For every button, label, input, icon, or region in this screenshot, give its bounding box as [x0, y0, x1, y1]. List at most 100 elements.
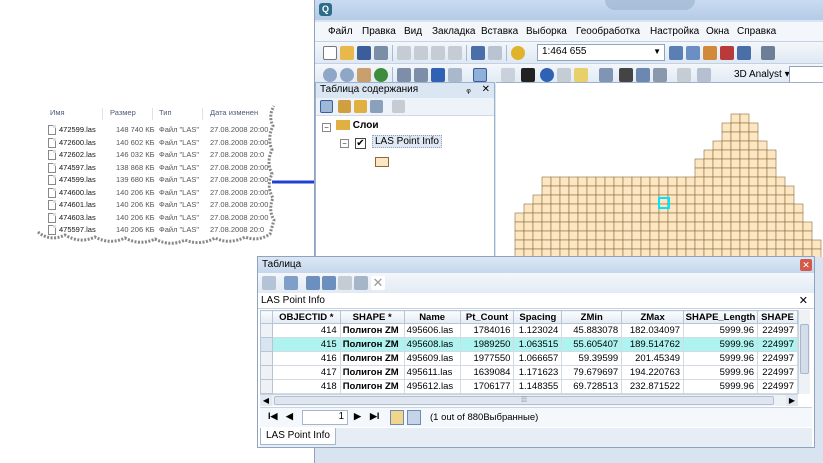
- las-tile[interactable]: [721, 221, 732, 232]
- cell-shape-area[interactable]: 224997: [756, 379, 798, 394]
- menu-edit[interactable]: Правка: [362, 26, 396, 37]
- las-tile[interactable]: [685, 221, 696, 232]
- clear-selection-icon[interactable]: [501, 68, 515, 82]
- las-tile[interactable]: [559, 194, 570, 205]
- menu-selection[interactable]: Выборка: [526, 26, 567, 37]
- las-tile[interactable]: [649, 239, 660, 250]
- las-tile[interactable]: [514, 230, 525, 241]
- las-tile[interactable]: [550, 212, 561, 223]
- tab-las-point-info[interactable]: LAS Point Info: [260, 428, 336, 445]
- las-tile[interactable]: [613, 203, 624, 214]
- arctoolbox-icon[interactable]: [720, 46, 734, 60]
- horizontal-scrollbar[interactable]: ◀ ⁞⁞⁞ ▶: [260, 394, 798, 406]
- cell-zmin[interactable]: 55.605407: [561, 337, 623, 352]
- las-tile[interactable]: [541, 221, 552, 232]
- las-tile[interactable]: [703, 194, 714, 205]
- las-tile[interactable]: [712, 203, 723, 214]
- las-tile[interactable]: [802, 239, 813, 250]
- las-tile[interactable]: [703, 185, 714, 196]
- collapse-icon[interactable]: −: [322, 123, 331, 132]
- las-tile[interactable]: [541, 203, 552, 214]
- las-tile[interactable]: [739, 158, 750, 169]
- related-tables-icon[interactable]: [284, 276, 298, 290]
- las-tile[interactable]: [658, 185, 669, 196]
- las-tile[interactable]: [550, 239, 561, 250]
- las-tile[interactable]: [730, 149, 741, 160]
- las-tile[interactable]: [550, 185, 561, 196]
- las-tile[interactable]: [694, 176, 705, 187]
- las-tile[interactable]: [703, 203, 714, 214]
- cell-pt-count[interactable]: 1706177: [459, 379, 515, 394]
- las-tile[interactable]: [802, 230, 813, 241]
- las-tile[interactable]: [658, 239, 669, 250]
- table-row[interactable]: 415 Полигон ZM 495608.las 1989250 1.063515 55…: [260, 337, 798, 352]
- las-tile[interactable]: [658, 221, 669, 232]
- zoom-in-icon[interactable]: [323, 68, 337, 82]
- column-size[interactable]: Размер: [110, 108, 136, 117]
- las-tile[interactable]: [685, 203, 696, 214]
- go-back-icon[interactable]: [431, 68, 445, 82]
- las-tile[interactable]: [523, 239, 534, 250]
- menu-customize[interactable]: Настройка: [650, 26, 699, 37]
- las-tile[interactable]: [748, 239, 759, 250]
- las-tile[interactable]: [703, 176, 714, 187]
- column-header-shape-area[interactable]: SHAPE: [756, 310, 798, 324]
- las-tile[interactable]: [775, 185, 786, 196]
- las-tile[interactable]: [604, 230, 615, 241]
- column-header-zmax[interactable]: ZMax: [621, 310, 685, 324]
- las-tile[interactable]: [730, 122, 741, 133]
- las-tile[interactable]: [685, 194, 696, 205]
- las-tile[interactable]: [775, 212, 786, 223]
- fixed-zoom-in-icon[interactable]: [397, 68, 411, 82]
- list-by-source-icon[interactable]: [338, 100, 351, 113]
- las-tile[interactable]: [667, 230, 678, 241]
- las-tile[interactable]: [523, 230, 534, 241]
- layer-visibility-checkbox[interactable]: ✔: [355, 138, 366, 149]
- las-tile[interactable]: [748, 221, 759, 232]
- measure-icon[interactable]: [599, 68, 613, 82]
- las-tile[interactable]: [541, 230, 552, 241]
- las-tile[interactable]: [604, 185, 615, 196]
- las-tile[interactable]: [631, 230, 642, 241]
- las-tile[interactable]: [703, 230, 714, 241]
- las-tile[interactable]: [604, 194, 615, 205]
- las-tile[interactable]: [640, 239, 651, 250]
- las-tile[interactable]: [586, 194, 597, 205]
- las-tile[interactable]: [577, 212, 588, 223]
- las-tile[interactable]: [640, 203, 651, 214]
- las-tile[interactable]: [514, 221, 525, 232]
- copy-icon[interactable]: [414, 46, 428, 60]
- las-tile[interactable]: [613, 230, 624, 241]
- las-tile[interactable]: [541, 185, 552, 196]
- las-tile[interactable]: [730, 158, 741, 169]
- title-bar[interactable]: Q: [315, 0, 823, 20]
- cell-spacing[interactable]: 1.171623: [513, 365, 563, 380]
- file-row[interactable]: 472600.las 140 602 КБ Файл "LAS" 27.08.2008…: [40, 137, 272, 149]
- menu-bookmarks[interactable]: Закладка: [432, 26, 475, 37]
- las-tile[interactable]: [694, 185, 705, 196]
- las-tile[interactable]: [559, 176, 570, 187]
- table-row[interactable]: 414 Полигон ZM 495606.las 1784016 1.123024 45…: [260, 323, 798, 338]
- first-record-button[interactable]: I◀: [268, 411, 277, 422]
- las-tile[interactable]: [757, 239, 768, 250]
- las-tile[interactable]: [649, 176, 660, 187]
- las-tile[interactable]: [595, 239, 606, 250]
- las-tile[interactable]: [595, 185, 606, 196]
- las-tile[interactable]: [712, 221, 723, 232]
- arcmap-app-icon[interactable]: Q: [319, 3, 332, 16]
- las-tile[interactable]: [550, 230, 561, 241]
- las-tile[interactable]: [676, 203, 687, 214]
- find-route-icon[interactable]: [636, 68, 650, 82]
- cell-objectid[interactable]: 418: [271, 379, 341, 394]
- menu-insert[interactable]: Вставка: [481, 26, 518, 37]
- las-tile[interactable]: [730, 203, 741, 214]
- las-tile[interactable]: [712, 212, 723, 223]
- row-selector[interactable]: [260, 337, 273, 352]
- las-tile[interactable]: [577, 176, 588, 187]
- cell-shape-length[interactable]: 5999.96: [683, 323, 758, 338]
- las-tile[interactable]: [586, 203, 597, 214]
- las-tile[interactable]: [685, 239, 696, 250]
- clear-selection-icon[interactable]: [338, 276, 352, 290]
- cell-spacing[interactable]: 1.148355: [513, 379, 563, 394]
- las-tile[interactable]: [766, 203, 777, 214]
